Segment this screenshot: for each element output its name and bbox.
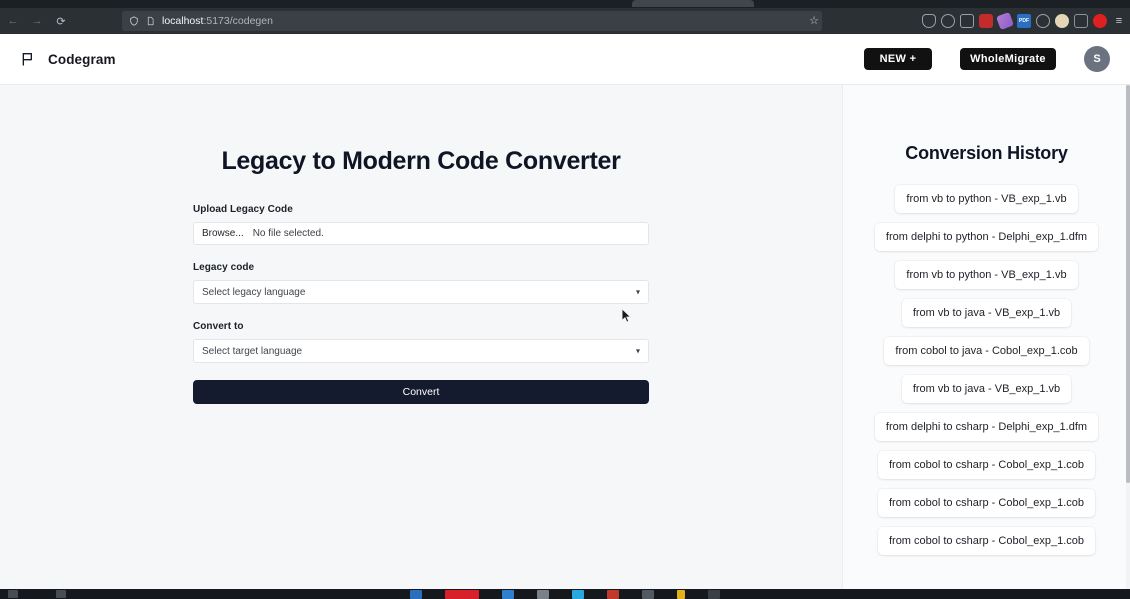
os-taskbar bbox=[0, 589, 1130, 599]
converter-form: Legacy to Modern Code Converter Upload L… bbox=[193, 85, 649, 404]
adblock-icon[interactable] bbox=[1036, 14, 1050, 28]
history-item[interactable]: from vb to java - VB_exp_1.vb bbox=[901, 299, 1072, 327]
screen: ← → ⟳ localhost:5173/codegen ☆ PDF ≡ Cod… bbox=[0, 0, 1130, 599]
pdf-extension-icon[interactable]: PDF bbox=[1017, 14, 1031, 28]
page-icon bbox=[145, 16, 156, 27]
highlighter-icon[interactable] bbox=[996, 12, 1014, 30]
account-icon[interactable] bbox=[941, 14, 955, 28]
taskbar-app-icon[interactable] bbox=[607, 590, 619, 599]
taskbar-app-icon[interactable] bbox=[708, 590, 720, 599]
page-title: Legacy to Modern Code Converter bbox=[221, 147, 621, 175]
taskbar-left-icons bbox=[8, 590, 66, 598]
converter-panel: Legacy to Modern Code Converter Upload L… bbox=[0, 85, 843, 589]
flag-icon bbox=[20, 51, 37, 68]
history-item[interactable]: from vb to java - VB_exp_1.vb bbox=[901, 375, 1072, 403]
back-arrow-icon[interactable]: ← bbox=[2, 11, 24, 31]
application-viewport: Codegram NEW + WholeMigrate S Legacy to … bbox=[0, 34, 1130, 589]
taskbar-app-icon[interactable] bbox=[677, 590, 685, 599]
app-header: Codegram NEW + WholeMigrate S bbox=[0, 34, 1130, 85]
shield-icon bbox=[128, 16, 139, 27]
pocket-icon[interactable] bbox=[922, 14, 936, 28]
extension-icons: PDF ≡ bbox=[922, 12, 1126, 30]
reload-icon[interactable]: ⟳ bbox=[50, 11, 72, 31]
history-item[interactable]: from cobol to csharp - Cobol_exp_1.cob bbox=[877, 527, 1096, 555]
nav-buttons: ← → ⟳ bbox=[0, 11, 72, 31]
target-language-select[interactable]: Select target language ▾ bbox=[193, 339, 649, 363]
browser-tab[interactable] bbox=[632, 0, 754, 7]
avatar[interactable]: S bbox=[1084, 46, 1110, 72]
history-list: from vb to python - VB_exp_1.vbfrom delp… bbox=[843, 185, 1130, 555]
target-language-value: Select target language bbox=[202, 345, 303, 357]
taskbar-app-icon[interactable] bbox=[642, 590, 654, 599]
taskbar-start-icon[interactable] bbox=[8, 590, 18, 598]
convert-to-label: Convert to bbox=[193, 321, 244, 332]
history-item[interactable]: from cobol to java - Cobol_exp_1.cob bbox=[884, 337, 1089, 365]
thumbs-up-icon[interactable] bbox=[960, 14, 974, 28]
notification-badge-icon[interactable] bbox=[979, 14, 993, 28]
history-item[interactable]: from cobol to csharp - Cobol_exp_1.cob bbox=[877, 451, 1096, 479]
taskbar-app-icon[interactable] bbox=[502, 590, 514, 599]
star-icon[interactable]: ☆ bbox=[806, 12, 822, 28]
forward-arrow-icon[interactable]: → bbox=[26, 11, 48, 31]
chevron-down-icon: ▾ bbox=[635, 287, 640, 297]
history-scrollbar-track[interactable] bbox=[1126, 85, 1130, 589]
history-item[interactable]: from vb to python - VB_exp_1.vb bbox=[895, 261, 1078, 289]
conversion-history-panel: Conversion History from vb to python - V… bbox=[843, 85, 1130, 589]
legacy-language-select[interactable]: Select legacy language ▾ bbox=[193, 280, 649, 304]
chevron-down-icon: ▾ bbox=[635, 346, 640, 356]
history-item[interactable]: from delphi to python - Delphi_exp_1.dfm bbox=[874, 223, 1099, 251]
taskbar-app-icon[interactable] bbox=[572, 590, 584, 599]
history-item[interactable]: from delphi to csharp - Delphi_exp_1.dfm bbox=[874, 413, 1099, 441]
brand-name: Codegram bbox=[48, 51, 116, 67]
url-host: localhost bbox=[162, 15, 204, 27]
record-icon[interactable] bbox=[1093, 14, 1107, 28]
history-title: Conversion History bbox=[905, 143, 1068, 163]
pause-extension-icon[interactable] bbox=[1074, 14, 1088, 28]
legacy-code-label: Legacy code bbox=[193, 262, 255, 273]
browser-tab-strip bbox=[0, 0, 1130, 8]
url-path: :5173/codegen bbox=[203, 15, 273, 27]
browser-toolbar: ← → ⟳ localhost:5173/codegen ☆ PDF ≡ bbox=[0, 8, 1130, 34]
hamburger-menu-icon[interactable]: ≡ bbox=[1112, 14, 1126, 28]
header-actions: NEW + WholeMigrate S bbox=[864, 46, 1110, 72]
file-input[interactable]: Browse... No file selected. bbox=[193, 222, 649, 245]
history-item[interactable]: from vb to python - VB_exp_1.vb bbox=[895, 185, 1078, 213]
profile-extension-icon[interactable] bbox=[1055, 14, 1069, 28]
whole-migrate-button[interactable]: WholeMigrate bbox=[960, 48, 1056, 70]
taskbar-app-icon[interactable] bbox=[537, 590, 549, 599]
upload-label: Upload Legacy Code bbox=[193, 204, 293, 215]
url-bar[interactable]: localhost:5173/codegen bbox=[122, 11, 822, 31]
history-scrollbar-thumb[interactable] bbox=[1126, 85, 1130, 483]
convert-button[interactable]: Convert bbox=[193, 380, 649, 404]
taskbar-app-icon[interactable] bbox=[410, 590, 422, 599]
new-button[interactable]: NEW + bbox=[864, 48, 932, 70]
taskbar-app-icon[interactable] bbox=[445, 590, 479, 599]
brand[interactable]: Codegram bbox=[20, 51, 116, 68]
url-text: localhost:5173/codegen bbox=[162, 15, 273, 27]
legacy-language-value: Select legacy language bbox=[202, 286, 306, 298]
taskbar-pinned-icon[interactable] bbox=[56, 590, 66, 598]
app-body: Legacy to Modern Code Converter Upload L… bbox=[0, 85, 1130, 589]
browse-button[interactable]: Browse... bbox=[202, 228, 244, 239]
history-item[interactable]: from cobol to csharp - Cobol_exp_1.cob bbox=[877, 489, 1096, 517]
file-status: No file selected. bbox=[252, 228, 324, 239]
